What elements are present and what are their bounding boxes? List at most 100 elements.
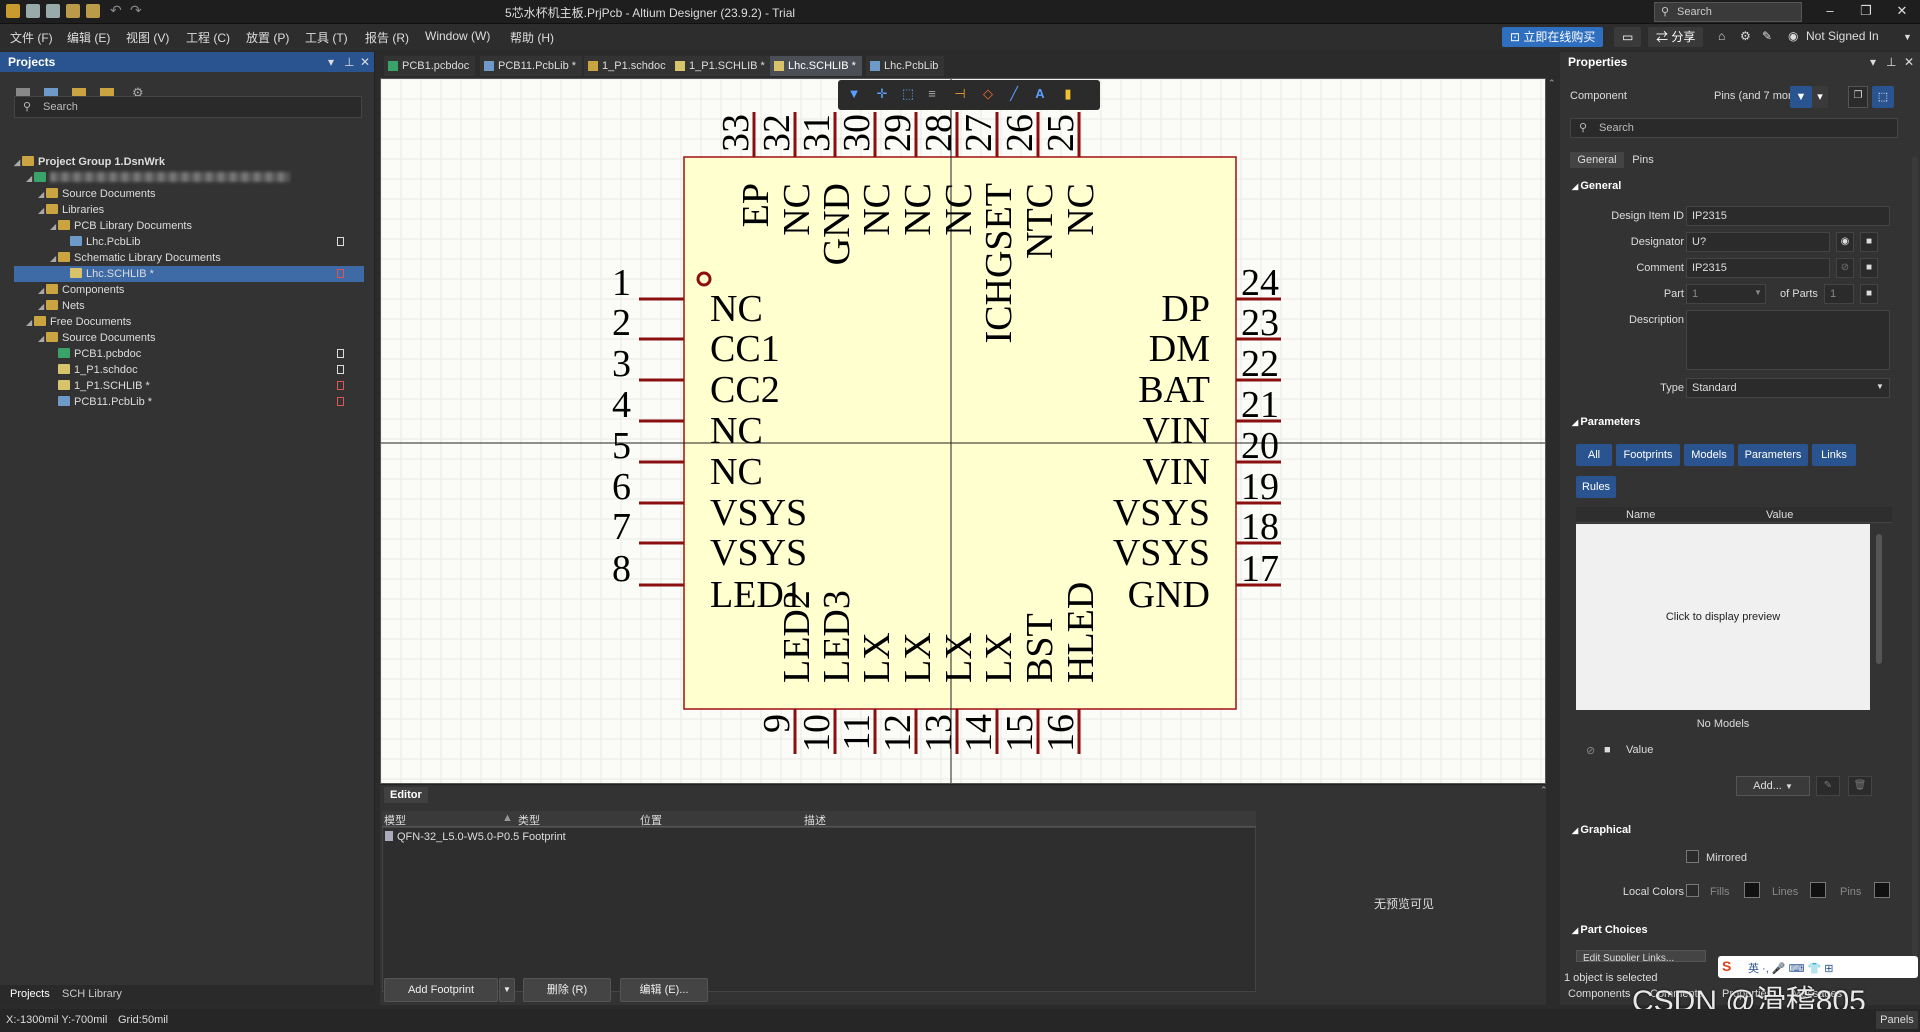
text-icon[interactable]: A	[1032, 86, 1048, 102]
lock-icon[interactable]: ■	[1860, 284, 1878, 304]
tree-item[interactable]: ◢	[14, 170, 364, 186]
pin-name[interactable]: VIN	[1142, 451, 1210, 493]
schematic-canvas[interactable]: 1 NC 2 CC1 3 CC2 4 NC 5 NC 6 VSYS 7 VSYS 8 LED1 24 DP 23 DM…	[380, 78, 1546, 784]
doc-tab-pcb11-lib[interactable]: PCB11.PcbLib *	[480, 56, 583, 76]
tab-sch-library[interactable]: SCH Library	[62, 988, 122, 1000]
tree-item[interactable]: 1_P1.SCHLIB *	[14, 378, 364, 394]
type-select[interactable]: Standard	[1686, 378, 1890, 398]
pin-number[interactable]: 26	[999, 114, 1041, 152]
design-item-id-field[interactable]: IP2315	[1686, 206, 1890, 226]
panel-menu-icon[interactable]: ▾	[328, 52, 334, 72]
place-pin-icon[interactable]: ⊣	[952, 86, 968, 102]
filter-footprints-button[interactable]: Footprints	[1616, 444, 1680, 466]
lock-icon[interactable]: ■	[1860, 232, 1878, 252]
pin-number[interactable]: 3	[612, 343, 631, 385]
edit-button[interactable]: 编辑 (E)...	[620, 978, 708, 1002]
table-row[interactable]: QFN-32_L5.0-W5.0-P0.5 Footprint	[385, 830, 566, 844]
move-icon[interactable]: ✛	[874, 86, 890, 102]
pin-name[interactable]: NC	[710, 288, 763, 330]
pin-name[interactable]: BST	[1019, 613, 1061, 683]
tab-projects[interactable]: Projects	[10, 988, 50, 1000]
pin-number[interactable]: 21	[1241, 384, 1279, 426]
col-value[interactable]: Value	[1766, 509, 1793, 521]
pin-name[interactable]: VSYS	[710, 532, 807, 574]
notifications-icon[interactable]: ✎	[1762, 29, 1772, 43]
expand-toggle-icon[interactable]: ◢	[14, 155, 22, 171]
hidden-eye-icon[interactable]: ⊘	[1836, 258, 1854, 278]
add-footprint-button[interactable]: Add Footprint	[384, 978, 498, 1002]
tree-item[interactable]: PCB1.pcbdoc	[14, 346, 364, 362]
lock-icon[interactable]: ■	[1604, 744, 1611, 756]
pin-name[interactable]: HLED	[1060, 582, 1102, 683]
pin-name[interactable]: NC	[856, 183, 898, 236]
pin-name[interactable]: DM	[1149, 328, 1210, 370]
pin-number[interactable]: 8	[612, 548, 631, 590]
expand-toggle-icon[interactable]: ◢	[50, 219, 58, 235]
expand-toggle-icon[interactable]: ◢	[38, 331, 46, 347]
pin-name[interactable]: BAT	[1138, 369, 1210, 411]
pin-name[interactable]: GND	[816, 183, 858, 265]
description-field[interactable]	[1686, 310, 1890, 370]
pin-name[interactable]: VSYS	[1113, 492, 1210, 534]
global-search[interactable]: ⚲ Search	[1654, 2, 1802, 22]
tab-components[interactable]: Components	[1568, 988, 1630, 1000]
pin-number[interactable]: 24	[1241, 262, 1279, 304]
designator-field[interactable]: U?	[1686, 232, 1830, 252]
pin-name[interactable]: LED3	[816, 590, 858, 683]
pin-icon[interactable]: ⊥	[344, 52, 354, 72]
select-rect-icon[interactable]: ⬚	[900, 86, 916, 102]
pin-number[interactable]: 11	[836, 714, 878, 751]
collapse-up-icon[interactable]: ⌃	[1548, 78, 1558, 94]
tree-item[interactable]: ◢ Free Documents	[14, 314, 364, 330]
properties-search[interactable]: ⚲ Search	[1570, 118, 1898, 138]
close-panel-icon[interactable]: ✕	[1904, 52, 1914, 72]
col-name[interactable]: Name	[1626, 509, 1655, 521]
pin-number[interactable]: 31	[796, 114, 838, 152]
delete-icon[interactable]: 🗑	[1848, 776, 1872, 796]
parameter-row[interactable]: ⊘ ■ Value	[1576, 742, 1892, 760]
section-parameters[interactable]: ◢ Parameters	[1572, 416, 1640, 428]
tree-item[interactable]: Lhc.SCHLIB *	[14, 266, 364, 282]
col-location[interactable]: 位置	[640, 812, 662, 828]
tree-item[interactable]: ◢ Source Documents	[14, 186, 364, 202]
menu-help[interactable]: 帮助 (H)	[510, 29, 554, 46]
edit-supplier-links-button[interactable]: Edit Supplier Links...	[1576, 950, 1706, 962]
pin-name[interactable]: LX	[938, 632, 980, 683]
pin-name[interactable]: GND	[1128, 574, 1210, 616]
user-status[interactable]: Not Signed In	[1806, 29, 1879, 43]
editor-tab[interactable]: Editor	[384, 787, 428, 803]
filter-parameters-button[interactable]: Parameters	[1738, 444, 1808, 466]
align-icon[interactable]: ≡	[924, 86, 940, 102]
pin-icon[interactable]: ⊥	[1886, 52, 1896, 72]
home-icon[interactable]: ⌂	[1718, 29, 1725, 43]
close-panel-icon[interactable]: ✕	[360, 52, 370, 72]
doc-tab-lhc-schlib[interactable]: Lhc.SCHLIB *	[770, 56, 862, 76]
tree-item[interactable]: ◢ Components	[14, 282, 364, 298]
pin-number[interactable]: 5	[612, 425, 631, 467]
tree-item[interactable]: ◢ Project Group 1.DsnWrk	[14, 154, 364, 170]
tree-item[interactable]: ◢ Libraries	[14, 202, 364, 218]
pin-number[interactable]: 17	[1241, 548, 1279, 590]
mirrored-checkbox[interactable]	[1686, 850, 1699, 863]
pin-number[interactable]: 1	[612, 262, 631, 304]
pin-name[interactable]: NTC	[1019, 183, 1061, 259]
filter-icon[interactable]: ▼	[846, 86, 862, 102]
tab-pins[interactable]: Pins	[1626, 152, 1660, 168]
expand-toggle-icon[interactable]: ◢	[38, 283, 46, 299]
pin-number[interactable]: 33	[715, 114, 757, 152]
chevron-down-icon[interactable]: ▼	[1903, 32, 1912, 42]
pin-number[interactable]: 27	[958, 114, 1000, 152]
edit-pencil-icon[interactable]: ✎	[1816, 776, 1840, 796]
part-icon[interactable]: ▮	[1060, 86, 1076, 102]
expand-toggle-icon[interactable]: ◢	[38, 299, 46, 315]
pin-number[interactable]: 19	[1241, 466, 1279, 508]
pin-number[interactable]: 6	[612, 466, 631, 508]
gear-icon[interactable]: ⚙	[1740, 29, 1751, 43]
pin-name[interactable]: NC	[776, 183, 818, 236]
pin-name[interactable]: LX	[897, 632, 939, 683]
pin-number[interactable]: 2	[612, 302, 631, 344]
pin-number[interactable]: 7	[612, 506, 631, 548]
pin-name[interactable]: VSYS	[710, 492, 807, 534]
expand-toggle-icon[interactable]: ◢	[50, 251, 58, 267]
lock-icon[interactable]: ■	[1860, 258, 1878, 278]
